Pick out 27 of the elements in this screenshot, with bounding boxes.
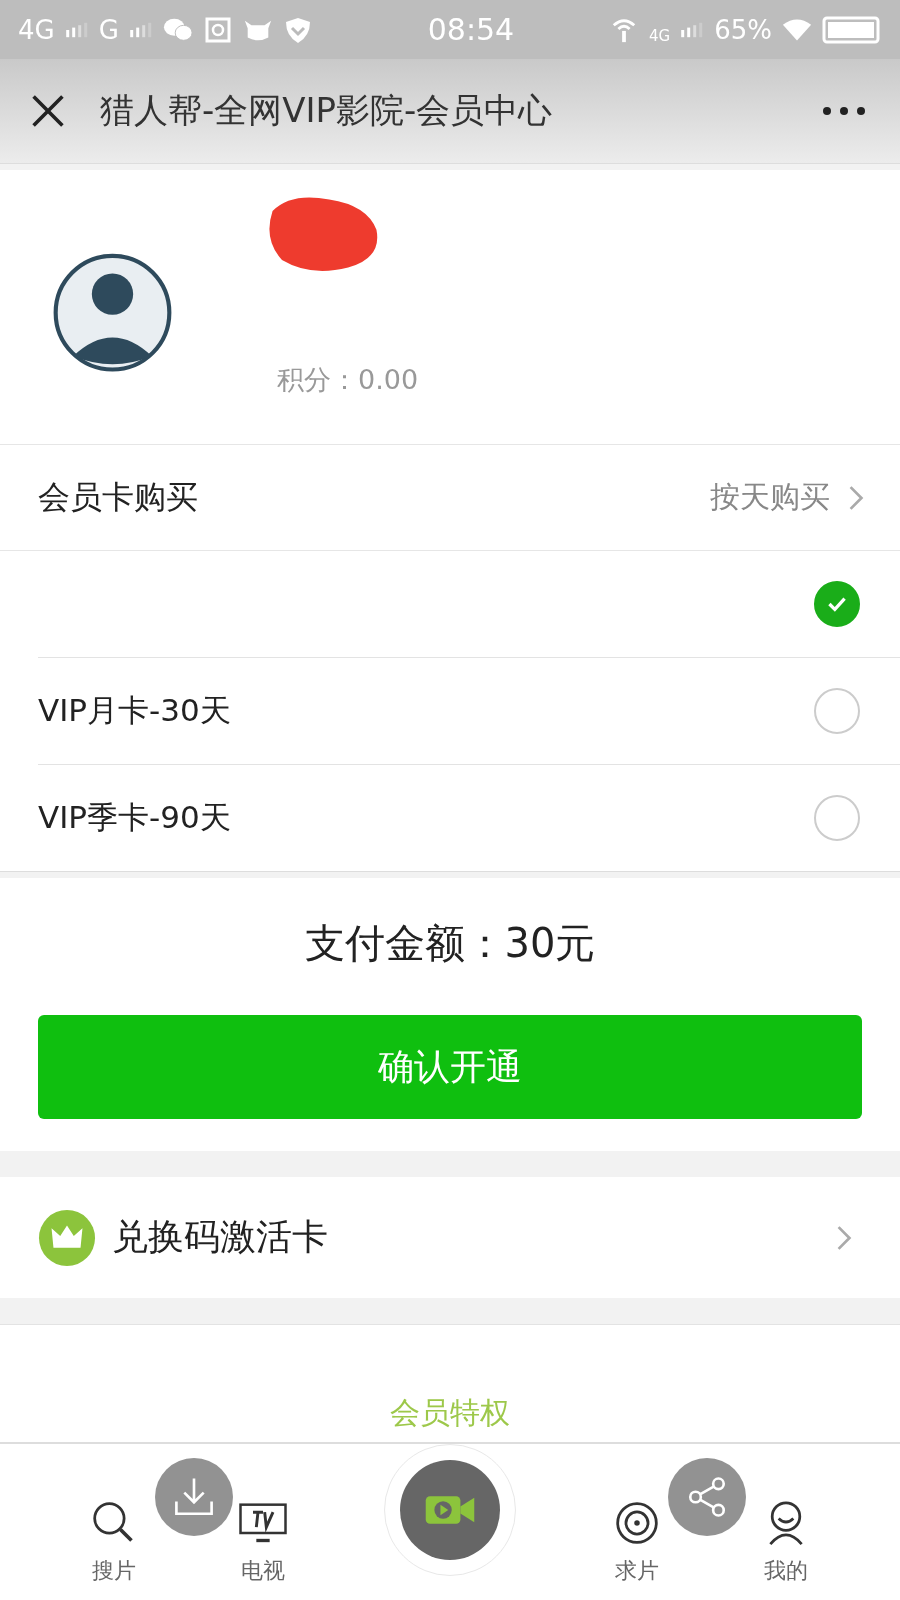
plan-option[interactable]: VIP月卡-30天 — [38, 658, 900, 766]
points-text: 积分：0.00 — [277, 363, 419, 398]
chevron-icon — [848, 484, 864, 511]
video-button[interactable] — [400, 1460, 500, 1560]
battery-percent: 65% — [714, 14, 772, 45]
section-title: 会员卡购买 — [38, 476, 199, 518]
more-icon[interactable] — [822, 106, 866, 117]
crown-icon — [38, 1208, 96, 1267]
battery-icon — [822, 15, 882, 44]
clock-time: 08:54 — [427, 12, 515, 48]
tab-item[interactable]: 电视 — [235, 1500, 292, 1586]
tab-item[interactable]: 求片 — [608, 1500, 665, 1586]
page-title: 猎人帮-全网VIP影院-会员中心 — [100, 89, 554, 133]
radio-button[interactable] — [814, 581, 860, 628]
radio-button[interactable] — [814, 688, 860, 735]
chevron-icon — [836, 1224, 852, 1251]
redeem-row[interactable]: 兑换码激活卡 — [0, 1177, 900, 1299]
plan-option[interactable]: VIP季卡-90天 — [38, 765, 900, 872]
tab-item[interactable]: 我的 — [757, 1500, 814, 1586]
section-title: 会员特权 — [390, 1394, 510, 1432]
network-label: 4G — [649, 26, 671, 45]
tab-item[interactable]: 搜片 — [86, 1500, 143, 1586]
network-label: 4G — [18, 14, 55, 45]
radio-button[interactable] — [814, 795, 860, 842]
network-label: G — [98, 14, 119, 45]
payment-amount: 支付金额：30元 — [304, 919, 596, 969]
buy-by-day-link[interactable]: 按天购买 — [710, 477, 830, 519]
